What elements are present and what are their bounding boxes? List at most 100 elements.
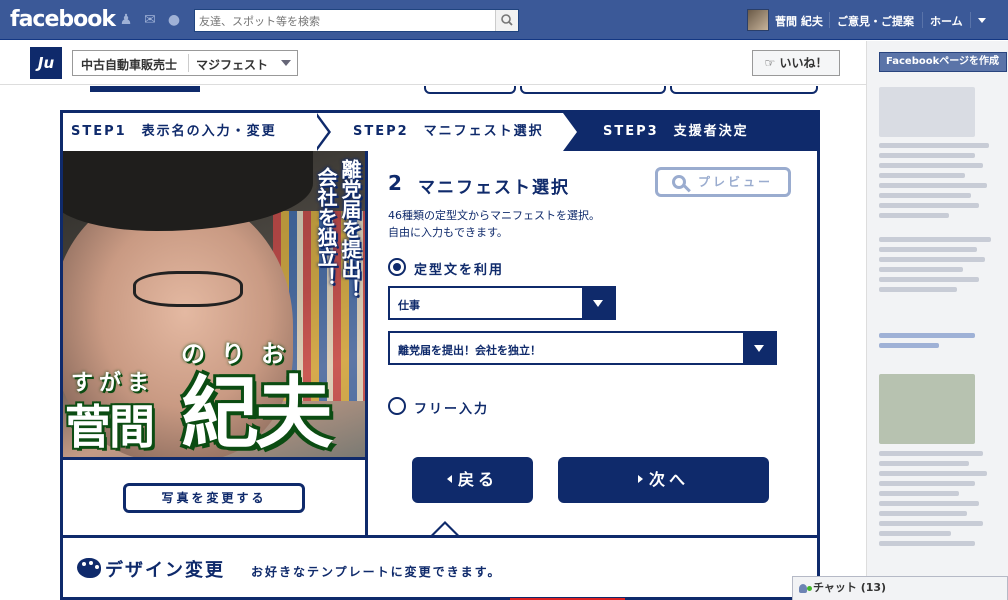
back-button[interactable]: 戻る [412, 457, 533, 503]
sponsored-ad-text [879, 451, 983, 456]
search-input[interactable] [199, 12, 489, 30]
sponsored-ad-text [879, 471, 987, 476]
facebook-logo[interactable]: facebook [10, 7, 116, 32]
facebook-top-bar: facebook ♟ ✉ ● 菅間 紀夫 ご意見・ご提案 ホーム [0, 0, 1008, 40]
create-facebook-page-button[interactable]: Facebookページを作成 [879, 52, 1007, 72]
app-menu-tab[interactable] [670, 86, 818, 94]
category-select-value: 仕事 [398, 299, 420, 312]
chat-label: チャット (13) [813, 581, 887, 594]
person-icon [799, 584, 807, 593]
candidate-glasses [133, 271, 243, 307]
next-button-label: 次へ [648, 470, 689, 489]
nav-separator [829, 12, 830, 28]
app-menu-tab[interactable] [424, 86, 516, 94]
form-description-line-1: 46種類の定型文からマニフェストを選択。 [388, 209, 600, 222]
sponsored-ad-text [879, 257, 985, 262]
candidate-poster: 離党届を提出！ 会社を独立！ 紀夫 のりお すがま 菅間 [63, 151, 365, 457]
search-box [194, 9, 519, 32]
step-2[interactable]: STEP2 マニフェスト選択 [331, 113, 563, 151]
palette-icon [77, 558, 101, 578]
sponsored-ad-text [879, 213, 949, 218]
sponsored-ad-text [879, 461, 969, 466]
app-category: 中古自動車販売士 [81, 58, 178, 72]
profile-link[interactable]: 菅間 紀夫 [775, 13, 823, 29]
template-radio-label[interactable]: 定型文を利用 [414, 259, 504, 278]
nav-separator [970, 12, 971, 28]
sponsored-ad-text [879, 193, 971, 198]
arrow-left-icon [446, 475, 452, 483]
nav-separator [922, 12, 923, 28]
app-menu-tab[interactable] [520, 86, 666, 94]
step-1[interactable]: STEP1 表示名の入力・変更 [63, 113, 331, 151]
free-input-radio-label[interactable]: フリー入力 [414, 398, 489, 417]
step-number: 2 [388, 171, 402, 195]
preview-button-label: プレビュー [698, 175, 774, 189]
sponsored-ad-text [879, 501, 979, 506]
step-3[interactable]: STEP3 支援者決定 [573, 113, 817, 151]
manifest-select-value: 離党届を提出！会社を独立！ [398, 344, 541, 357]
manifest-form: 2 マニフェスト選択 プレビュー 46種類の定型文からマニフェストを選択。 自由… [368, 151, 817, 535]
poster-family-name: 菅間 [65, 400, 155, 454]
thumbs-up-icon: ☞ [764, 56, 776, 70]
app-page-header: Ju 中古自動車販売士 マジフェスト ☞ いいね！ [0, 41, 866, 85]
poster-slogan: 離党届を提出！ 会社を独立！ [309, 159, 362, 299]
sponsored-ad-text [879, 491, 959, 496]
section-divider [63, 535, 817, 538]
section-pointer-inner [434, 524, 456, 535]
sponsored-ad-text [879, 203, 979, 208]
step-progress-bar: STEP1 表示名の入力・変更 STEP2 マニフェスト選択 STEP3 支援者… [63, 113, 817, 151]
feedback-link[interactable]: ご意見・ご提案 [837, 13, 914, 29]
app-name: マジフェスト [196, 58, 269, 72]
notifications-globe-icon[interactable]: ● [166, 12, 182, 28]
like-button[interactable]: ☞ いいね！ [752, 50, 840, 76]
sponsored-ad-text [879, 531, 951, 536]
app-logo-icon[interactable]: Ju [30, 47, 62, 79]
search-icon [501, 14, 513, 26]
poster-given-name-furigana: のりお [181, 340, 301, 368]
friend-requests-icon[interactable]: ♟ [118, 12, 134, 28]
sponsored-ad-text [879, 163, 983, 168]
app-name-divider [188, 54, 189, 72]
sponsored-ad-text [879, 247, 977, 252]
sponsored-ad-link[interactable] [879, 333, 975, 338]
free-input-radio[interactable] [388, 397, 406, 415]
sponsored-ad-text [879, 481, 975, 486]
back-button-label: 戻る [457, 470, 498, 489]
sponsored-ad-text [879, 237, 991, 242]
sponsored-ad-image[interactable] [879, 374, 975, 444]
app-name-dropdown[interactable]: 中古自動車販売士 マジフェスト [72, 50, 298, 76]
template-radio[interactable] [388, 258, 406, 276]
chat-bar[interactable]: チャット (13) [792, 576, 1008, 600]
sponsored-ad-text [879, 511, 967, 516]
sponsored-ad-text [879, 173, 965, 178]
right-sidebar: Facebookページを作成 [866, 41, 1008, 600]
sponsored-ad-text [879, 541, 975, 546]
category-select[interactable]: 仕事 [388, 286, 616, 320]
account-menu-caret-icon[interactable] [978, 18, 986, 23]
chevron-down-icon [281, 60, 291, 66]
sponsored-ad-text [879, 183, 987, 188]
slogan-line-1: 離党届を提出！ [338, 159, 362, 299]
chevron-down-icon [582, 288, 614, 318]
manifest-select[interactable]: 離党届を提出！会社を独立！ [388, 331, 777, 365]
home-link[interactable]: ホーム [930, 13, 963, 29]
form-title: マニフェスト選択 [418, 178, 570, 198]
sponsored-ad-image[interactable] [879, 87, 975, 137]
photo-actions: 写真を変更する [63, 457, 365, 535]
arrow-right-icon [637, 475, 643, 483]
chevron-down-icon [743, 333, 775, 363]
user-avatar[interactable] [747, 9, 769, 31]
search-button[interactable] [495, 10, 518, 31]
slogan-line-2: 会社を独立！ [314, 167, 338, 287]
change-photo-button[interactable]: 写真を変更する [123, 483, 305, 513]
sponsored-ad-link[interactable] [879, 343, 939, 348]
design-change-description: お好きなテンプレートに変更できます。 [251, 565, 502, 579]
design-change-title: デザイン変更 [105, 560, 225, 581]
next-button[interactable]: 次へ [558, 457, 769, 503]
sponsored-ad-text [879, 521, 983, 526]
sponsored-ad-text [879, 143, 989, 148]
preview-button[interactable]: プレビュー [655, 167, 791, 197]
messages-icon[interactable]: ✉ [142, 12, 158, 28]
app-title-fragment [90, 86, 200, 92]
sponsored-ad-text [879, 287, 957, 292]
